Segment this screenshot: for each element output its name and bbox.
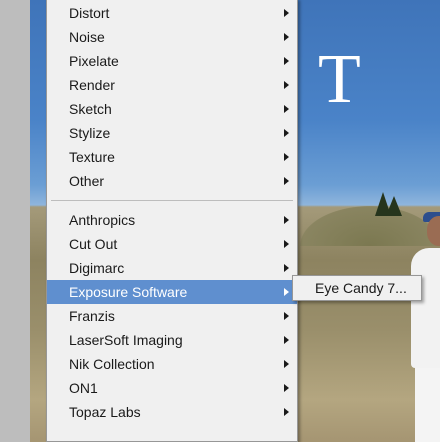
photo-text: T (318, 41, 361, 118)
submenu-arrow-icon (284, 57, 289, 65)
menu-item-texture[interactable]: Texture (47, 145, 297, 169)
menu-item-label: Franzis (69, 308, 115, 324)
menu-item-sketch[interactable]: Sketch (47, 97, 297, 121)
menu-item-label: Exposure Software (69, 284, 188, 300)
submenu-arrow-icon (284, 336, 289, 344)
menu-item-other[interactable]: Other (47, 169, 297, 193)
menu-item-label: ON1 (69, 380, 98, 396)
submenu-item-eye-candy-7[interactable]: Eye Candy 7... (293, 276, 421, 300)
submenu-arrow-icon (284, 312, 289, 320)
submenu-arrow-icon (284, 81, 289, 89)
submenu-arrow-icon (284, 33, 289, 41)
submenu-arrow-icon (284, 9, 289, 17)
menu-item-digimarc[interactable]: Digimarc (47, 256, 297, 280)
menu-item-label: Digimarc (69, 260, 125, 276)
menu-item-label: Anthropics (69, 212, 136, 228)
submenu-arrow-icon (284, 264, 289, 272)
menu-item-topaz-labs[interactable]: Topaz Labs (47, 400, 297, 424)
submenu-arrow-icon (284, 177, 289, 185)
menu-separator (51, 200, 293, 201)
menu-item-noise[interactable]: Noise (47, 25, 297, 49)
photo-person-pants (415, 368, 440, 442)
menu-item-distort[interactable]: Distort (47, 1, 297, 25)
menu-item-on1[interactable]: ON1 (47, 376, 297, 400)
menu-item-anthropics[interactable]: Anthropics (47, 208, 297, 232)
menu-item-label: Nik Collection (69, 356, 155, 372)
submenu-arrow-icon (284, 129, 289, 137)
menu-item-cut-out[interactable]: Cut Out (47, 232, 297, 256)
submenu-arrow-icon (284, 216, 289, 224)
submenu-arrow-icon (284, 384, 289, 392)
menu-item-label: Distort (69, 5, 110, 21)
menu-item-label: Sketch (69, 101, 112, 117)
submenu-arrow-icon (284, 153, 289, 161)
menu-item-label: Other (69, 173, 105, 189)
menu-item-label: LaserSoft Imaging (69, 332, 183, 348)
menu-item-label: Texture (69, 149, 115, 165)
submenu-arrow-icon (284, 240, 289, 248)
exposure-software-submenu: Eye Candy 7... (292, 275, 422, 301)
menu-item-label: Noise (69, 29, 105, 45)
submenu-arrow-icon (284, 408, 289, 416)
photo-person-head (427, 216, 440, 246)
menu-item-stylize[interactable]: Stylize (47, 121, 297, 145)
submenu-arrow-icon (284, 288, 289, 296)
menu-item-label: Pixelate (69, 53, 119, 69)
menu-item-label: Cut Out (69, 236, 118, 252)
menu-item-label: Stylize (69, 125, 111, 141)
menu-item-franzis[interactable]: Franzis (47, 304, 297, 328)
menu-item-label: Topaz Labs (69, 404, 141, 420)
menu-item-render[interactable]: Render (47, 73, 297, 97)
submenu-arrow-icon (284, 105, 289, 113)
filter-menu: Distort Noise Pixelate Render Sketch Sty… (46, 0, 298, 442)
photo-person-shirt (411, 248, 440, 368)
menu-item-lasersoft-imaging[interactable]: LaserSoft Imaging (47, 328, 297, 352)
photo-tree (386, 196, 402, 216)
menu-item-pixelate[interactable]: Pixelate (47, 49, 297, 73)
left-panel-strip (0, 0, 30, 442)
submenu-arrow-icon (284, 360, 289, 368)
menu-item-exposure-software[interactable]: Exposure Software (47, 280, 297, 304)
photo-person (405, 212, 440, 442)
menu-item-nik-collection[interactable]: Nik Collection (47, 352, 297, 376)
menu-item-label: Render (69, 77, 115, 93)
